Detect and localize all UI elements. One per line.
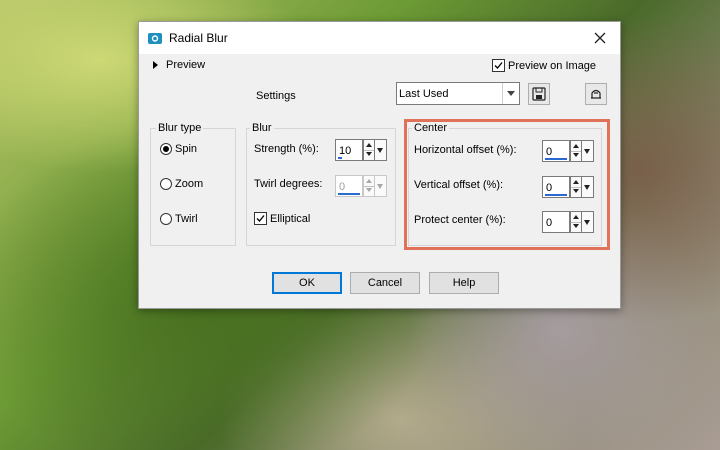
title-bar: Radial Blur — [139, 22, 620, 54]
close-icon[interactable] — [590, 28, 610, 48]
chevron-down-icon[interactable] — [502, 83, 519, 104]
strength-input[interactable]: 10 — [335, 139, 363, 161]
up-arrow-icon[interactable] — [366, 179, 372, 183]
preset-value: Last Used — [399, 88, 449, 100]
protect-center-label: Protect center (%): — [414, 214, 506, 226]
preview-label: Preview — [166, 59, 206, 72]
twirl-degrees-dropdown-icon[interactable] — [375, 175, 387, 197]
zoom-radio[interactable] — [160, 178, 172, 190]
vertical-offset-stepper[interactable] — [570, 176, 582, 198]
down-arrow-icon[interactable] — [573, 189, 579, 193]
strength-label: Strength (%): — [254, 143, 319, 155]
strength-spinner[interactable]: 10 — [335, 139, 389, 161]
twirl-degrees-value: 0 — [339, 181, 346, 193]
horizontal-offset-input[interactable]: 0 — [542, 140, 570, 162]
checkbox-box[interactable] — [492, 59, 505, 72]
elliptical-checkbox[interactable]: Elliptical — [254, 212, 310, 225]
preview-on-image-label: Preview on Image — [508, 59, 597, 72]
protect-center-value: 0 — [546, 217, 553, 229]
cancel-button[interactable]: Cancel — [350, 272, 420, 294]
vertical-offset-dropdown-icon[interactable] — [582, 176, 594, 198]
zoom-label: Zoom — [175, 178, 204, 190]
save-icon — [532, 87, 546, 101]
down-arrow-icon[interactable] — [366, 152, 372, 156]
spin-label: Spin — [175, 143, 198, 155]
twirl-degrees-spinner[interactable]: 0 — [335, 175, 389, 197]
spin-radio[interactable] — [160, 143, 172, 155]
horizontal-offset-label: Horizontal offset (%): — [414, 144, 517, 156]
expand-arrow-icon[interactable] — [153, 61, 158, 70]
window-title: Radial Blur — [169, 31, 228, 45]
up-arrow-icon[interactable] — [366, 143, 372, 147]
settings-label: Settings — [256, 90, 296, 102]
vertical-offset-spinner[interactable]: 0 — [542, 176, 596, 198]
vertical-offset-value: 0 — [546, 182, 553, 194]
horizontal-offset-spinner[interactable]: 0 — [542, 140, 596, 162]
up-arrow-icon[interactable] — [573, 144, 579, 148]
protect-center-input[interactable]: 0 — [542, 211, 570, 233]
vertical-offset-input[interactable]: 0 — [542, 176, 570, 198]
down-arrow-icon[interactable] — [573, 153, 579, 157]
horizontal-offset-stepper[interactable] — [570, 140, 582, 162]
help-button[interactable]: Help — [429, 272, 499, 294]
twirl-degrees-stepper[interactable] — [363, 175, 375, 197]
horizontal-offset-dropdown-icon[interactable] — [582, 140, 594, 162]
blur-title: Blur — [250, 122, 274, 134]
save-preset-button[interactable] — [528, 83, 550, 105]
blur-type-title: Blur type — [156, 122, 204, 134]
checkmark-icon — [256, 215, 265, 222]
reset-icon — [591, 89, 601, 99]
checkmark-icon — [494, 62, 503, 69]
horizontal-offset-value: 0 — [546, 146, 553, 158]
protect-center-dropdown-icon[interactable] — [582, 211, 594, 233]
strength-dropdown-icon[interactable] — [375, 139, 387, 161]
down-arrow-icon[interactable] — [573, 224, 579, 228]
preview-toggle[interactable]: Preview — [153, 59, 205, 71]
reset-button[interactable] — [585, 83, 607, 105]
radial-blur-dialog: Radial Blur Preview Preview on Image Set… — [138, 21, 621, 309]
strength-value: 10 — [339, 145, 352, 157]
twirl-degrees-input[interactable]: 0 — [335, 175, 363, 197]
elliptical-label: Elliptical — [270, 212, 311, 225]
preset-dropdown[interactable]: Last Used — [396, 82, 520, 105]
camera-icon — [148, 33, 162, 44]
strength-stepper[interactable] — [363, 139, 375, 161]
center-title: Center — [412, 122, 450, 134]
twirl-label: Twirl — [175, 213, 198, 225]
down-arrow-icon[interactable] — [366, 188, 372, 192]
protect-center-stepper[interactable] — [570, 211, 582, 233]
preview-on-image-checkbox[interactable]: Preview on Image — [492, 59, 596, 72]
twirl-degrees-label: Twirl degrees: — [254, 178, 323, 190]
checkbox-box[interactable] — [254, 212, 267, 225]
up-arrow-icon[interactable] — [573, 180, 579, 184]
vertical-offset-label: Vertical offset (%): — [414, 179, 504, 191]
protect-center-spinner[interactable]: 0 — [542, 211, 596, 233]
up-arrow-icon[interactable] — [573, 215, 579, 219]
ok-button[interactable]: OK — [272, 272, 342, 294]
twirl-radio[interactable] — [160, 213, 172, 225]
